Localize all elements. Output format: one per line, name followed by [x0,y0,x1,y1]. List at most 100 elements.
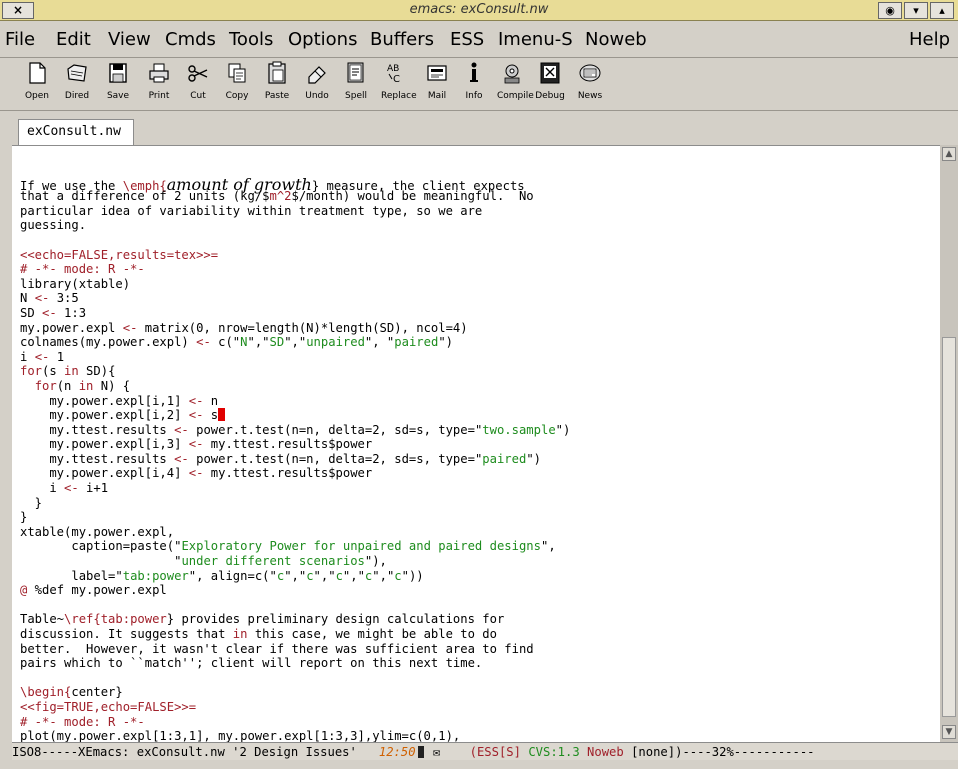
menu-ess[interactable]: ESS [450,29,484,50]
toolbar-label: Undo [305,91,329,101]
load-indicator [417,746,424,758]
menu-cmds[interactable]: Cmds [165,29,216,50]
toolbar-label: Open [24,91,50,101]
code-text: If we use the \emph{amount of growth} me… [12,146,940,743]
code-line: for(s in SD){ [20,364,116,379]
toolbar-label: Dired [64,91,90,101]
toolbar-print-button[interactable]: Print [144,61,174,107]
toolbar-open-button[interactable]: Open [22,61,52,107]
toolbar-label: Debug [535,91,565,101]
toolbar-save-button[interactable]: Save [103,61,133,107]
toolbar-spell-button[interactable]: Spell [341,61,371,107]
menu-tools[interactable]: Tools [229,29,273,50]
copy-icon [228,63,246,83]
scrollbar-thumb[interactable] [942,337,956,717]
svg-text:AB: AB [387,64,399,74]
toolbar-dired-button[interactable]: Dired [62,61,92,107]
toolbar-label: Copy [225,91,249,101]
toolbar-label: Mail [427,91,447,101]
editor-buffer[interactable]: If we use the \emph{amount of growth} me… [12,145,940,743]
toolbar-mail-button[interactable]: Mail [422,61,452,107]
code-line: caption=paste("Exploratory Power for unp… [20,539,556,554]
scroll-up-arrow-icon[interactable]: ▲ [942,147,956,161]
maximize-window-button[interactable]: ▴ [930,2,954,19]
code-line: "under different scenarios"), [20,554,387,569]
toolbar-paste-button[interactable]: Paste [262,61,292,107]
code-line: particular idea of variability within tr… [20,203,483,218]
undo-eraser-icon [308,66,326,84]
text-cursor [218,408,226,422]
menu-bar: File Edit View Cmds Tools Options Buffer… [0,21,958,58]
code-line: my.power.expl[i,3] <- my.ttest.results$p… [20,437,373,452]
paste-clipboard-icon [268,61,286,84]
toolbar-replace-button[interactable]: AB C Replace [381,61,417,107]
code-line: i <- i+1 [20,481,109,496]
code-line: my.ttest.results <- power.t.test(n=n, de… [20,451,541,466]
compile-icon [504,64,520,84]
toolbar-info-button[interactable]: Info [459,61,489,107]
menu-imenu-s[interactable]: Imenu-S [498,29,573,50]
dired-folder-icon [67,64,87,82]
tab-exconsult-nw[interactable]: exConsult.nw [18,119,134,145]
toolbar-label: Print [148,91,170,101]
toolbar-cut-button[interactable]: Cut [183,61,213,107]
vertical-scrollbar[interactable]: ▲ ▼ [940,145,958,742]
window-title: emacs: exConsult.nw [409,2,549,17]
toolbar-compile-button[interactable]: Compile [497,61,534,107]
code-line: xtable(my.power.expl, [20,524,175,539]
toolbar-debug-button[interactable]: Debug [535,61,565,107]
scroll-down-arrow-icon[interactable]: ▼ [942,725,956,739]
code-line: better. However, it wasn't clear if ther… [20,641,534,656]
code-line: If we use the \emph{amount of growth} me… [20,174,525,194]
code-line: } [20,510,28,525]
code-line: i <- 1 [20,349,65,364]
code-line: my.ttest.results <- power.t.test(n=n, de… [20,422,571,437]
code-line: guessing. [20,218,87,233]
toolbar-label: News [577,91,603,101]
open-file-icon [29,62,46,84]
menu-view[interactable]: View [108,29,151,50]
code-line: my.power.expl <- matrix(0, nrow=length(N… [20,320,468,335]
mail-icon [427,65,447,81]
toolbar-copy-button[interactable]: Copy [222,61,252,107]
menu-file[interactable]: File [5,29,35,50]
code-line: <<echo=FALSE,results=tex>>= [20,247,219,262]
modeline-buffer-info: ISO8-----XEmacs: exConsult.nw '2 Design … [12,745,379,759]
mail-envelope-icon: ✉ [432,745,441,759]
minimize-window-button[interactable]: ▾ [904,2,928,19]
toolbar-news-button[interactable]: News [575,61,605,107]
toolbar-undo-button[interactable]: Undo [302,61,332,107]
code-line: N <- 3:5 [20,291,79,306]
code-line: label="tab:power", align=c("c","c","c","… [20,568,424,583]
code-line: my.power.expl[i,1] <- n [20,393,219,408]
code-line: my.power.expl[i,2] <- s [20,408,940,423]
modeline-rest: [none])----32%----------- [631,745,815,759]
code-line: <<fig=TRUE,echo=FALSE>>= [20,699,197,714]
xemacs-window: × emacs: exConsult.nw ◉ ▾ ▴ File Edit Vi… [0,0,958,769]
code-line: for(n in N) { [34,378,131,393]
toolbar-label: Save [106,91,130,101]
save-disk-icon [109,63,127,83]
modeline-ess-mode: (ESS[S] [469,745,521,759]
menu-options[interactable]: Options [288,29,357,50]
minibuffer[interactable] [0,760,958,769]
toolbar: Open Dired Save Print Cut Copy Paste Und… [0,58,958,111]
toolbar-label: Info [465,91,483,101]
scissors-icon [188,65,208,82]
code-line: my.power.expl[i,4] <- my.ttest.results$p… [20,466,373,481]
modeline-cvs: CVS:1.3 [528,745,580,759]
menu-noweb[interactable]: Noweb [585,29,647,50]
menu-buffers[interactable]: Buffers [370,29,434,50]
menu-help[interactable]: Help [909,29,950,50]
toolbar-label: Cut [190,91,206,101]
code-line: library(xtable) [20,276,131,291]
toolbar-label: Compile [497,91,534,101]
modeline-time: 12:50 [378,745,416,759]
menu-edit[interactable]: Edit [56,29,91,50]
code-line: Table~\ref{tab:power} provides prelimina… [20,612,505,627]
shade-window-button[interactable]: ◉ [878,2,902,19]
